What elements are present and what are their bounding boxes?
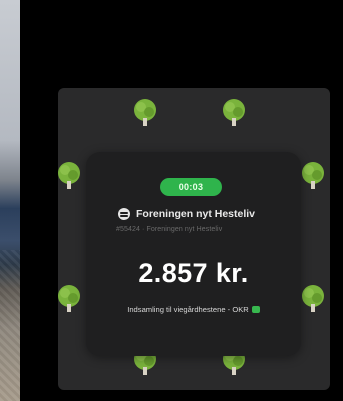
green-heart-icon — [251, 306, 260, 313]
background-photo-strip — [0, 0, 20, 401]
organization-name: Foreningen nyt Hesteliv — [136, 208, 256, 220]
tree-icon — [299, 161, 327, 191]
menu-icon — [118, 208, 130, 220]
tree-icon — [131, 98, 159, 128]
donation-amount: 2.857 kr. — [138, 258, 249, 288]
tree-icon — [55, 284, 83, 314]
organization-row: Foreningen nyt Hesteliv — [118, 208, 255, 220]
donation-card: 00:03 Foreningen nyt Hesteliv #55424 · F… — [86, 152, 301, 356]
donation-description: Indsamling til viegårdhestene - OKR — [86, 305, 301, 314]
organization-subtitle: #55424 · Foreningen nyt Hesteliv — [116, 226, 223, 233]
description-text: Indsamling til viegårdhestene - OKR — [127, 305, 249, 314]
tree-icon — [220, 98, 248, 128]
timer-pill: 00:03 — [160, 178, 222, 196]
tree-icon — [55, 161, 83, 191]
tree-icon — [299, 284, 327, 314]
